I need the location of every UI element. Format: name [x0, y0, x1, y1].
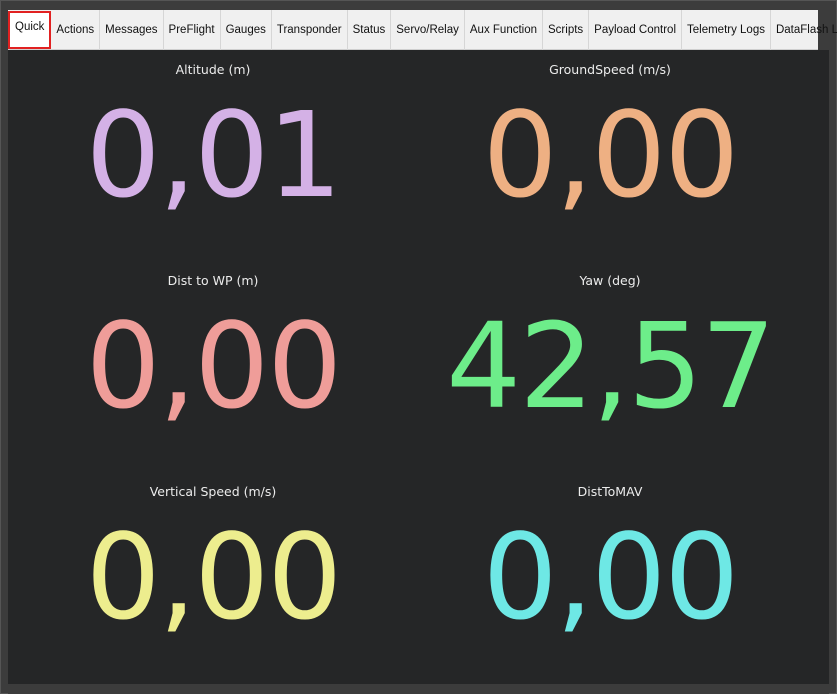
tab-telemetry-logs[interactable]: Telemetry Logs — [682, 10, 771, 50]
tab-transponder[interactable]: Transponder — [272, 10, 348, 50]
tab-aux-function[interactable]: Aux Function — [465, 10, 544, 50]
quick-item-label: Yaw (deg) — [579, 273, 641, 288]
quick-item-value: 0,00 — [85, 508, 343, 646]
tab-servo-relay[interactable]: Servo/Relay — [391, 10, 465, 50]
tab-preflight[interactable]: PreFlight — [164, 10, 221, 50]
bottom-border — [8, 684, 829, 694]
quick-item-label: Altitude (m) — [175, 62, 251, 77]
tab-quick[interactable]: Quick — [8, 11, 52, 49]
quick-item-label: GroundSpeed (m/s) — [549, 62, 671, 77]
tab-payload-control[interactable]: Payload Control — [589, 10, 682, 50]
quick-item-vertical-speed[interactable]: Vertical Speed (m/s) 0,00 — [8, 482, 418, 652]
tab-gauges[interactable]: Gauges — [221, 10, 272, 50]
quick-item-label: Dist to WP (m) — [167, 273, 259, 288]
quick-item-value: 0,00 — [85, 297, 343, 435]
quick-item-value: 0,00 — [482, 508, 740, 646]
tab-status[interactable]: Status — [348, 10, 392, 50]
tab-dataflash-logs[interactable]: DataFlash Logs — [771, 10, 837, 50]
tab-actions[interactable]: Actions — [51, 10, 101, 50]
tab-bar: Quick Actions Messages PreFlight Gauges … — [8, 10, 837, 50]
quick-item-dist-to-wp[interactable]: Dist to WP (m) 0,00 — [8, 271, 418, 441]
quick-item-altitude[interactable]: Altitude (m) 0,01 — [8, 60, 418, 230]
quick-item-groundspeed[interactable]: GroundSpeed (m/s) 0,00 — [405, 60, 815, 230]
tab-scripts[interactable]: Scripts — [543, 10, 590, 50]
quick-item-yaw[interactable]: Yaw (deg) 42,57 — [405, 271, 815, 441]
quick-item-label: Vertical Speed (m/s) — [149, 484, 277, 499]
quick-item-dist-to-mav[interactable]: DistToMAV 0,00 — [405, 482, 815, 652]
tab-messages[interactable]: Messages — [100, 10, 164, 50]
quick-item-value: 42,57 — [446, 297, 776, 435]
quick-item-value: 0,01 — [85, 86, 343, 224]
quick-item-value: 0,00 — [482, 86, 740, 224]
quick-panel: Altitude (m) 0,01 GroundSpeed (m/s) 0,00… — [8, 50, 829, 684]
quick-item-label: DistToMAV — [577, 484, 643, 499]
